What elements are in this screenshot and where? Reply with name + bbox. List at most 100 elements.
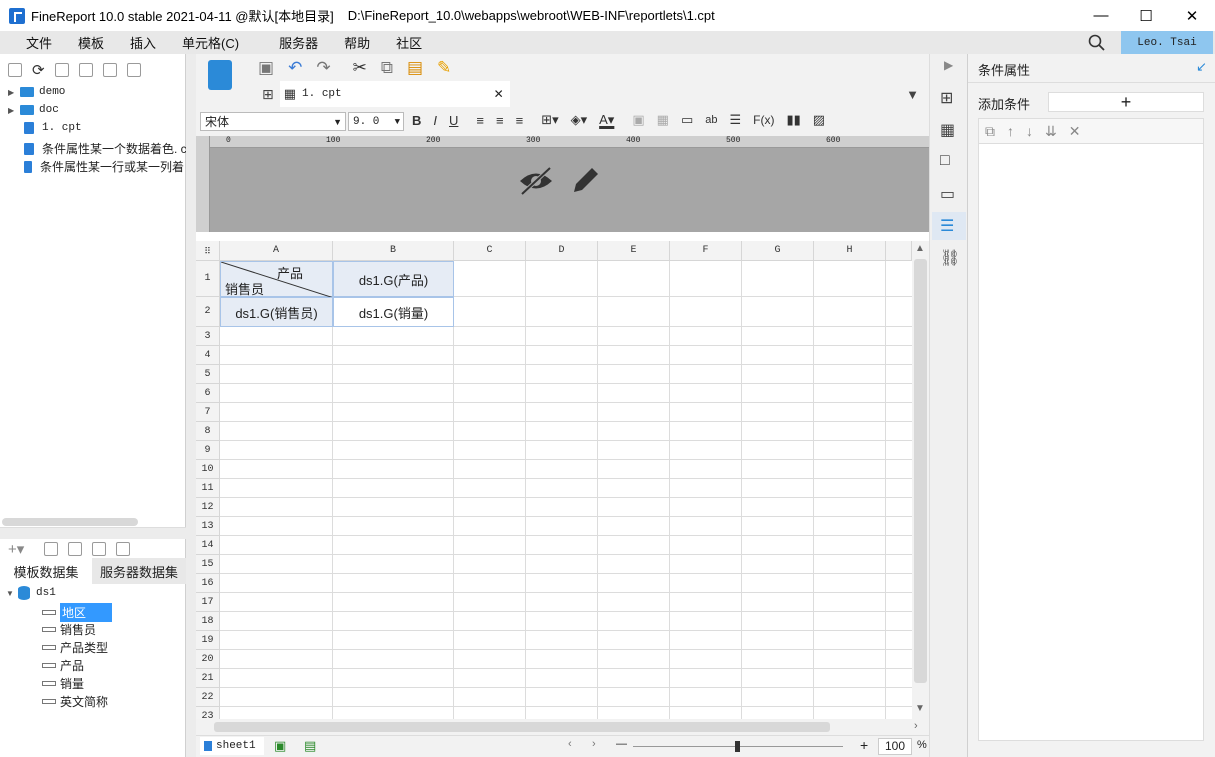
row-header[interactable]: 21 bbox=[196, 669, 220, 688]
row-header[interactable]: 2 bbox=[196, 297, 220, 327]
italic-icon[interactable]: I bbox=[433, 113, 437, 128]
select-all-corner[interactable]: ⠿ bbox=[196, 241, 220, 261]
tree-item-doc[interactable]: ▶ doc bbox=[8, 104, 59, 116]
insert-ab-icon[interactable]: ab bbox=[705, 114, 717, 126]
col-header-c[interactable]: C bbox=[454, 241, 526, 261]
delete-icon[interactable] bbox=[102, 63, 117, 77]
merge-icon[interactable]: ▣ bbox=[632, 112, 644, 128]
add-condition-button[interactable]: + bbox=[1048, 92, 1204, 112]
undo-icon[interactable]: ↶ bbox=[288, 58, 302, 78]
field-item[interactable]: 地区 bbox=[42, 603, 113, 622]
grid-icon[interactable]: ⊞ bbox=[262, 86, 274, 103]
collapse-panel-icon[interactable]: ▶ bbox=[944, 58, 953, 72]
settings-icon[interactable] bbox=[78, 63, 93, 77]
collapse-icon[interactable]: ▼ bbox=[6, 589, 18, 598]
horizontal-scrollbar[interactable]: › bbox=[196, 719, 929, 735]
field-item[interactable]: 销量 bbox=[42, 675, 84, 692]
tree-scrollbar[interactable] bbox=[2, 518, 138, 526]
row-header[interactable]: 15 bbox=[196, 555, 220, 574]
move-up-icon[interactable]: ↑ bbox=[1007, 123, 1014, 139]
row-header[interactable]: 17 bbox=[196, 593, 220, 612]
vertical-scrollbar[interactable]: ▲ ▼ bbox=[912, 241, 929, 719]
cell-attribute-icon[interactable]: ▦ bbox=[940, 120, 955, 140]
zoom-out-button[interactable]: — bbox=[616, 738, 627, 750]
remove-condition-icon[interactable]: ✕ bbox=[1069, 123, 1081, 140]
cut-icon[interactable]: ✂ bbox=[353, 58, 367, 78]
row-header[interactable]: 11 bbox=[196, 479, 220, 498]
minimize-button[interactable]: — bbox=[1078, 0, 1124, 31]
move-down-icon[interactable]: ↓ bbox=[1026, 123, 1033, 139]
row-header[interactable]: 10 bbox=[196, 460, 220, 479]
copy-condition-icon[interactable]: ⧉ bbox=[985, 123, 995, 140]
cell-element-icon[interactable]: ⊞ bbox=[940, 88, 953, 108]
tab-1cpt[interactable]: ▦ 1. cpt ✕ bbox=[279, 81, 510, 107]
redo-icon[interactable]: ↷ bbox=[316, 58, 330, 78]
row-header[interactable]: 14 bbox=[196, 536, 220, 555]
chart-icon[interactable]: ▮▮ bbox=[786, 112, 800, 128]
widget-settings-icon[interactable]: ▭ bbox=[940, 184, 955, 204]
field-item[interactable]: 产品 bbox=[42, 657, 84, 674]
row-header[interactable]: 3 bbox=[196, 327, 220, 346]
row-header[interactable]: 16 bbox=[196, 574, 220, 593]
row-header[interactable]: 18 bbox=[196, 612, 220, 631]
expand-icon[interactable]: ▶ bbox=[8, 106, 20, 115]
font-size-select[interactable]: 9. 0 ▼ bbox=[348, 112, 404, 131]
row-header[interactable]: 22 bbox=[196, 688, 220, 707]
tree-item-condition-1[interactable]: 条件属性某一个数据着色. c bbox=[24, 140, 187, 157]
field-item[interactable]: 产品类型 bbox=[42, 639, 108, 656]
zoom-input[interactable]: 100 bbox=[878, 738, 912, 755]
image-icon[interactable]: ▨ bbox=[813, 112, 825, 128]
cell-b2[interactable]: ds1.G(销量) bbox=[333, 297, 454, 327]
menu-template[interactable]: 模板 bbox=[66, 33, 116, 52]
dock-icon[interactable]: ↙ bbox=[1196, 59, 1207, 75]
row-header[interactable]: 6 bbox=[196, 384, 220, 403]
align-right-icon[interactable]: ≡ bbox=[516, 113, 524, 128]
align-center-icon[interactable]: ≡ bbox=[496, 113, 504, 128]
add-sheet-icon[interactable]: ▣ bbox=[274, 738, 286, 754]
row-header[interactable]: 5 bbox=[196, 365, 220, 384]
cell-a2[interactable]: ds1.G(销售员) bbox=[220, 297, 333, 327]
row-header[interactable]: 12 bbox=[196, 498, 220, 517]
spreadsheet-grid[interactable]: ⠿ A B C D E F G H 1 2 3 4 5 6 7 8 9 10 1… bbox=[196, 241, 912, 719]
zoom-in-button[interactable]: + bbox=[860, 737, 868, 753]
new-folder-icon[interactable] bbox=[8, 63, 22, 77]
tab-template-dataset[interactable]: 模板数据集 bbox=[0, 558, 92, 584]
menu-help[interactable]: 帮助 bbox=[332, 33, 382, 52]
menu-insert[interactable]: 插入 bbox=[118, 33, 168, 52]
paste-icon[interactable]: ▤ bbox=[407, 58, 423, 78]
col-header-d[interactable]: D bbox=[526, 241, 598, 261]
menu-community[interactable]: 社区 bbox=[384, 33, 434, 52]
row-header[interactable]: 23 bbox=[196, 707, 220, 719]
insert-richtext-icon[interactable]: ☰ bbox=[729, 112, 741, 128]
hyperlink-icon[interactable]: ⛓ bbox=[940, 248, 960, 268]
font-color-icon[interactable]: A▾ bbox=[599, 112, 614, 128]
template-icon[interactable] bbox=[208, 60, 232, 90]
edit-icon[interactable] bbox=[44, 542, 59, 556]
bold-icon[interactable]: B bbox=[412, 113, 421, 128]
maximize-button[interactable]: ☐ bbox=[1123, 0, 1169, 31]
cell-b1[interactable]: ds1.G(产品) bbox=[333, 261, 454, 297]
sheet-tab[interactable]: sheet1 bbox=[200, 737, 264, 755]
field-item[interactable]: 销售员 bbox=[42, 621, 96, 638]
close-button[interactable]: ✕ bbox=[1169, 0, 1215, 31]
move-bottom-icon[interactable]: ⇊ bbox=[1045, 123, 1057, 140]
scroll-up-icon[interactable]: ▲ bbox=[915, 243, 925, 254]
tree-item-1cpt[interactable]: 1. cpt bbox=[24, 122, 82, 134]
fill-color-icon[interactable]: ◈▾ bbox=[571, 112, 588, 128]
preview-icon[interactable] bbox=[92, 542, 107, 556]
condition-attribute-tab[interactable]: ☰ bbox=[932, 212, 966, 240]
menu-cell[interactable]: 单元格(C) bbox=[170, 33, 251, 52]
dataset-ds1[interactable]: ▼ ds1 bbox=[6, 586, 56, 600]
tab-server-dataset[interactable]: 服务器数据集 bbox=[92, 558, 186, 584]
underline-icon[interactable]: U bbox=[449, 113, 458, 128]
tree-item-demo[interactable]: ▶ demo bbox=[8, 86, 65, 98]
border-icon[interactable]: ⊞▾ bbox=[541, 112, 558, 128]
row-header[interactable]: 9 bbox=[196, 441, 220, 460]
delete-dataset-icon[interactable] bbox=[68, 542, 83, 556]
row-header[interactable]: 1 bbox=[196, 261, 220, 297]
row-header[interactable]: 8 bbox=[196, 422, 220, 441]
copy-icon[interactable] bbox=[126, 63, 141, 77]
copy-icon[interactable]: ⧉ bbox=[381, 58, 393, 78]
font-select[interactable]: 宋体 ▼ bbox=[200, 112, 346, 131]
dataset-settings-icon[interactable] bbox=[116, 542, 131, 556]
